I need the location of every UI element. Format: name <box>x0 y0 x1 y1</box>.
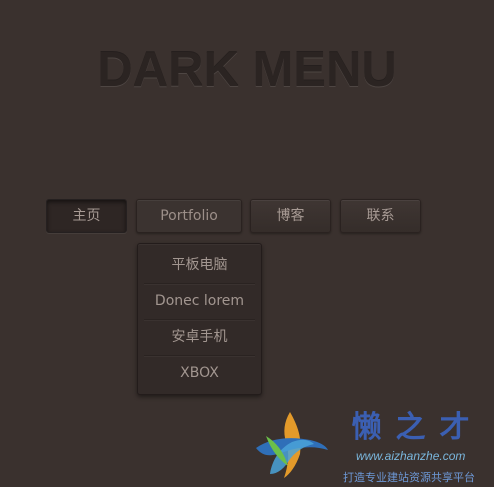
submenu-item-donec-lorem[interactable]: Donec lorem <box>144 284 255 320</box>
watermark-slogan: 打造专业建站资源共享平台 <box>343 471 475 484</box>
menu-item-portfolio[interactable]: Portfolio <box>136 199 242 233</box>
menu-item-blog[interactable]: 博客 <box>250 199 331 233</box>
watermark-url[interactable]: www.aizhanzhe.com <box>356 449 465 463</box>
watermark-brand: 懒之才 <box>351 410 484 445</box>
watermark-logo-icon <box>256 412 328 478</box>
page-title: DARK MENU <box>97 43 397 97</box>
submenu-item-xbox[interactable]: XBOX <box>144 356 255 391</box>
submenu-item-tablet[interactable]: 平板电脑 <box>144 248 255 284</box>
submenu-item-android-phone[interactable]: 安卓手机 <box>144 320 255 356</box>
menu-item-contact[interactable]: 联系 <box>340 199 421 233</box>
menu-item-home[interactable]: 主页 <box>46 199 127 233</box>
portfolio-submenu: 平板电脑 Donec lorem 安卓手机 XBOX <box>137 243 262 395</box>
